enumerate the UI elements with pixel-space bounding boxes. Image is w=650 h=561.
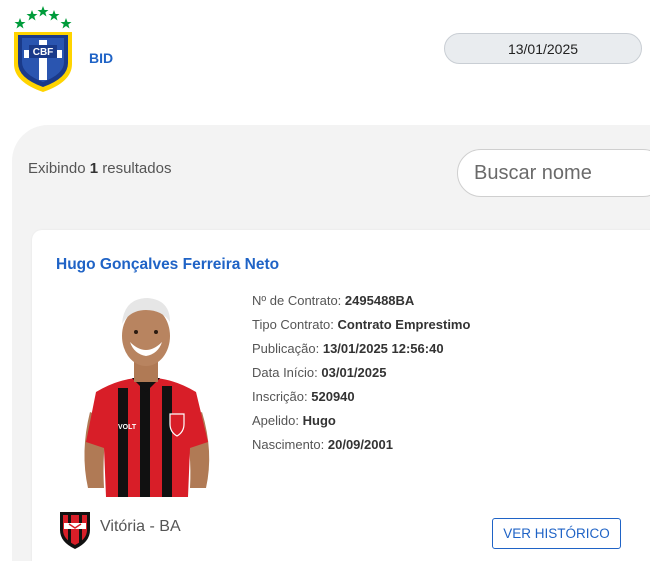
athlete-name[interactable]: Hugo Gonçalves Ferreira Neto [56,256,279,274]
header: CBF BID 13/01/2025 [0,0,650,100]
detail-value: 03/01/2025 [321,365,387,380]
detail-row-nickname: Apelido: Hugo [252,409,470,433]
detail-row-contract-type: Tipo Contrato: Contrato Emprestimo [252,313,470,337]
detail-label: Publicação: [252,341,320,356]
detail-row-contract-number: Nº de Contrato: 2495488BA [252,289,470,313]
results-suffix: resultados [102,160,172,177]
app-label: BID [89,50,114,66]
shirt-sponsor: VOLT [118,424,137,431]
detail-label: Tipo Contrato: [252,317,334,332]
search-input[interactable]: Buscar nome [457,149,650,197]
detail-label: Inscrição: [252,389,308,404]
athlete-photo: VOLT [84,298,210,497]
cbf-logo[interactable]: CBF [10,4,76,94]
date-value: 13/01/2025 [507,40,579,57]
athlete-details: Nº de Contrato: 2495488BA Tipo Contrato:… [252,289,470,457]
detail-value: Hugo [302,413,336,428]
detail-row-birth: Nascimento: 20/09/2001 [252,433,470,457]
results-panel: Exibindo 1 resultados Buscar nome Hugo G… [12,125,650,561]
detail-value: 520940 [311,389,355,404]
results-summary: Exibindo 1 resultados [28,160,171,177]
club-crest-icon [60,512,90,549]
detail-value: 20/09/2001 [327,437,393,452]
detail-label: Nascimento: [252,437,325,452]
detail-value: Contrato Emprestimo [337,317,471,332]
detail-label: Data Início: [252,365,318,380]
detail-value: 13/01/2025 12:56:40 [322,341,444,356]
search-placeholder: Buscar nome [474,161,592,184]
detail-value: 2495488BA [344,293,415,308]
detail-label: Apelido: [252,413,299,428]
detail-row-start-date: Data Início: 03/01/2025 [252,361,470,385]
date-selector[interactable]: 13/01/2025 [444,33,642,64]
detail-row-registration: Inscrição: 520940 [252,385,470,409]
results-count: 1 [89,160,99,177]
detail-label: Nº de Contrato: [252,293,342,308]
view-history-button[interactable]: VER HISTÓRICO [492,518,621,549]
results-prefix: Exibindo [28,160,86,177]
athlete-card: Hugo Gonçalves Ferreira Neto VOLT Nº de … [32,230,650,561]
detail-row-publication: Publicação: 13/01/2025 12:56:40 [252,337,470,361]
club-name: Vitória - BA [100,518,181,535]
cbf-logo-text: CBF [33,47,54,58]
